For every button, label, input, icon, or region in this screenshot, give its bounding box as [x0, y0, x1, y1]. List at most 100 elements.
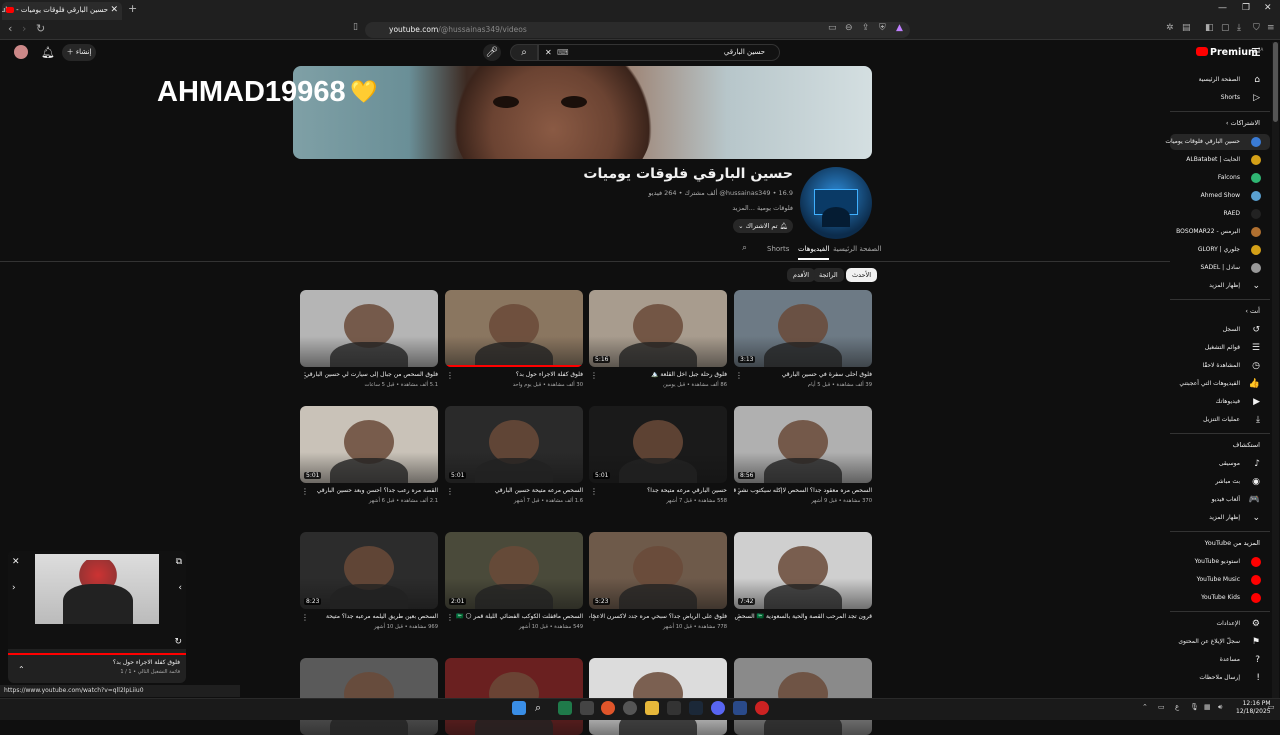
sidebar-item[interactable]: البرمس - BOSOMAR22	[1170, 224, 1270, 240]
sidebar-item[interactable]: حسين البارقي فلوقات يوميات	[1165, 134, 1270, 150]
reading-list-icon[interactable]: ▤	[1182, 23, 1191, 33]
video-thumbnail[interactable]: 7:42	[734, 532, 872, 609]
video-title[interactable]: فلوق على الرياض جدا؟ سبحي مره جدد لاكسرن…	[589, 613, 727, 623]
more-actions-icon[interactable]: ⋮	[301, 487, 309, 496]
video-card[interactable]: 8:56 السحص مره معقود جدا؟ السحص لاإكله سي…	[734, 406, 872, 504]
forward-icon[interactable]: ›	[22, 22, 26, 35]
page-scrollbar[interactable]	[1272, 42, 1279, 718]
tray-mic-icon[interactable]: 🎙︎	[1190, 703, 1199, 711]
next-icon[interactable]: ›	[12, 583, 16, 593]
bookmark-icon[interactable]: ▯	[353, 22, 358, 32]
video-thumbnail[interactable]	[734, 658, 872, 735]
shield-icon[interactable]: ⛨	[879, 23, 886, 33]
video-card[interactable]: 2:01 السحص ماقفلت الكوكب الفضائي الليلة ق…	[445, 532, 583, 630]
search-input[interactable]: ✕ ⌨ حسين البارقي	[538, 44, 780, 61]
more-actions-icon[interactable]: ⋮	[590, 613, 598, 622]
sidebar-item[interactable]: ألعاب فيديو 🎮	[1170, 492, 1270, 508]
create-button[interactable]: ＋ إنشاء	[62, 44, 96, 61]
back-icon[interactable]: ‹	[8, 22, 12, 35]
sidebar-item[interactable]: فيديوهاتك ▶	[1170, 394, 1270, 410]
notifications-icon[interactable]: 🔔︎	[41, 46, 55, 59]
account-avatar[interactable]	[14, 45, 28, 59]
chip-oldest[interactable]: الأقدم	[787, 268, 816, 282]
scrollbar-thumb[interactable]	[1273, 42, 1278, 122]
video-thumbnail[interactable]	[445, 290, 583, 367]
download-icon[interactable]: ⤓	[1237, 23, 1241, 33]
steam-icon[interactable]	[689, 701, 703, 715]
tray-chevron-icon[interactable]: ⌃	[1142, 703, 1148, 711]
video-card[interactable]: 3:13 فلوق أحلى سفرة في حسين البارقي 39 ألف…	[734, 290, 872, 388]
video-card[interactable]: 5:16 فلوق رحلة جبل اخل القلعة 🏔️ 86 ألف مش…	[589, 290, 727, 388]
video-card[interactable]	[445, 658, 583, 735]
taskbar-app-icon[interactable]	[755, 701, 769, 715]
volume-icon[interactable]: 🔊︎	[1218, 703, 1222, 712]
tab-videos[interactable]: الفيديوهات	[798, 245, 830, 260]
discord-icon[interactable]	[711, 701, 725, 715]
video-card[interactable]: 5:23 فلوق على الرياض جدا؟ سبحي مره جدد لا…	[589, 532, 727, 630]
sidebar-item[interactable]: استوديو YouTube	[1170, 554, 1270, 570]
sidebar-item[interactable]: جلوري | GLORY	[1170, 242, 1270, 258]
close-tab-icon[interactable]: ✕	[110, 2, 118, 18]
video-thumbnail[interactable]: 5:01	[445, 406, 583, 483]
more-actions-icon[interactable]: ⋮	[446, 487, 454, 496]
taskbar-app-icon[interactable]	[733, 701, 747, 715]
sidebar-section-heading[interactable]: أنت ›	[1170, 307, 1270, 315]
search-button[interactable]: ⌕	[510, 44, 538, 61]
more-actions-icon[interactable]: ⋮	[590, 371, 598, 380]
expand-queue-icon[interactable]: ⌃	[18, 665, 25, 674]
video-title[interactable]: فلوق كفلة الاجراء حول بد؟	[445, 371, 583, 381]
cast-icon[interactable]: ▭	[828, 23, 837, 33]
clear-search-icon[interactable]: ✕	[545, 45, 552, 60]
more-actions-icon[interactable]: ⋮	[446, 613, 454, 622]
sidebar-item[interactable]: الفيديوهات التي أعجبتني 👍	[1170, 376, 1270, 392]
zoom-icon[interactable]: ⊖	[845, 23, 853, 33]
video-thumbnail[interactable]: 8:23	[300, 532, 438, 609]
more-actions-icon[interactable]: ⋮	[446, 371, 454, 380]
video-card[interactable]	[300, 658, 438, 735]
sidebar-item[interactable]: قوائم التشغيل ☰	[1170, 340, 1270, 356]
puzzle-icon[interactable]: ✲	[1166, 23, 1174, 33]
sidebar-item[interactable]: إرسال ملاحظات!	[1170, 670, 1270, 686]
sidebar-item[interactable]: Falcons	[1170, 170, 1270, 186]
sidebar-toggle-icon[interactable]: ◧	[1205, 23, 1214, 33]
video-card[interactable]: 5:01 حسين البارقي مرعه متيحة جدا؟ 558 مشاه…	[589, 406, 727, 504]
close-window-icon[interactable]: ✕	[1264, 3, 1272, 13]
sidebar-item[interactable]: الحايث | ALBatabet	[1170, 152, 1270, 168]
share-icon[interactable]: ⇪	[862, 23, 870, 33]
notification-center-icon[interactable]: ▭	[1268, 703, 1275, 711]
video-thumbnail[interactable]	[445, 658, 583, 735]
video-thumbnail[interactable]: 5:23	[589, 532, 727, 609]
video-title[interactable]: حسين البارقي مرعه متيحة جدا؟	[589, 487, 727, 497]
taskbar-clock[interactable]: 12:16 PM 12/18/2025	[1236, 700, 1271, 716]
show-more-subscriptions[interactable]: إظهار المزيد ⌄	[1170, 278, 1270, 294]
sidebar-item[interactable]: الإعدادات ⚙	[1170, 616, 1270, 632]
new-tab-button[interactable]: +	[128, 2, 137, 15]
video-card[interactable]: فلوق السحص من جبال إلى سيارت لي حسين الب…	[300, 290, 438, 388]
sidebar-item[interactable]: إظهار المزيد ⌄	[1170, 510, 1270, 526]
sidebar-item[interactable]: المشاهدة لاحقًا ◷	[1170, 358, 1270, 374]
sidebar-item[interactable]: YouTube Music	[1170, 572, 1270, 588]
maximize-icon[interactable]: ❐	[1242, 3, 1250, 13]
sidebar-item[interactable]: بث مباشر ◉	[1170, 474, 1270, 490]
video-thumbnail[interactable]: 2:01	[445, 532, 583, 609]
taskbar-app-icon[interactable]	[580, 701, 594, 715]
sidebar-item[interactable]: موسيقى ♪	[1170, 456, 1270, 472]
video-title[interactable]: السحص مرعه متيحة حسين البارقي	[445, 487, 583, 497]
video-thumbnail[interactable]: 3:13	[734, 290, 872, 367]
previous-icon[interactable]: ‹	[178, 583, 182, 593]
more-actions-icon[interactable]: ⋮	[735, 613, 743, 622]
voice-search-icon[interactable]: 🎤︎	[483, 44, 501, 61]
sidebar-section-heading[interactable]: استكشاف	[1170, 441, 1270, 449]
sidebar-section-heading[interactable]: الاشتراكات ›	[1170, 119, 1270, 127]
sidebar-item[interactable]: سجلّ الإبلاغ عن المحتوى ⚑	[1170, 634, 1270, 650]
tab-home[interactable]: الصفحة الرئيسية	[833, 245, 881, 253]
video-thumbnail[interactable]	[300, 658, 438, 735]
reload-icon[interactable]: ↻	[36, 22, 45, 35]
chip-popular[interactable]: الرائجة	[813, 268, 844, 282]
more-actions-icon[interactable]: ⋮	[735, 487, 743, 496]
close-miniplayer-icon[interactable]: ✕	[12, 557, 20, 567]
video-thumbnail[interactable]: 8:56	[734, 406, 872, 483]
extension-icon[interactable]: ▲	[896, 23, 903, 33]
menu-icon[interactable]: ≡	[1267, 23, 1275, 33]
wallet-icon[interactable]: ▢	[1221, 23, 1230, 33]
